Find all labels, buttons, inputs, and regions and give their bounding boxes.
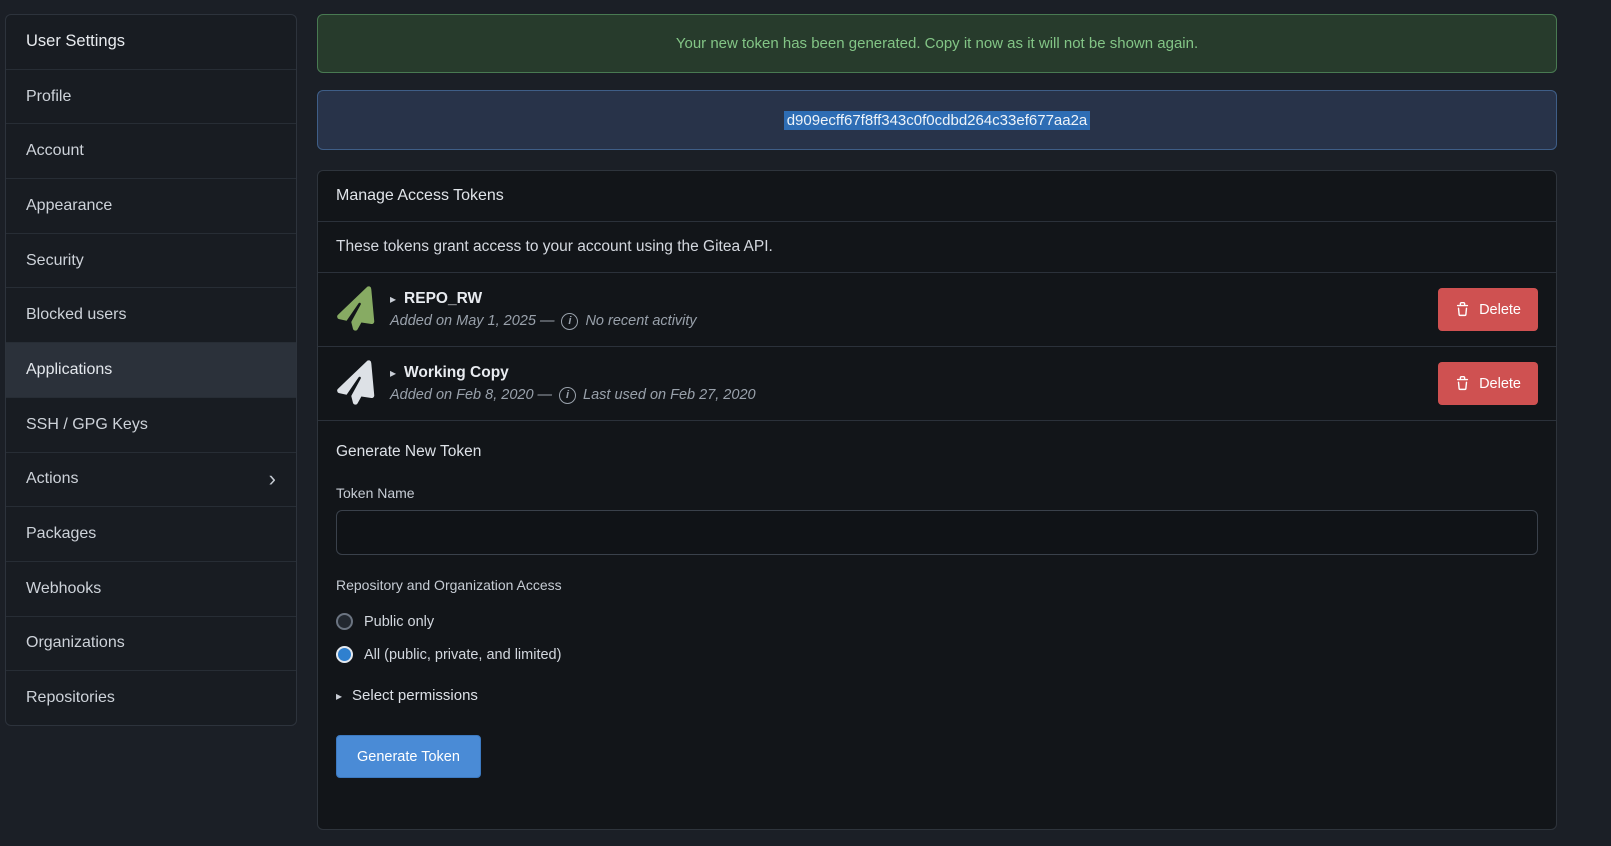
sidebar-item-label: Actions	[26, 470, 78, 488]
radio-public-only[interactable]	[336, 613, 353, 630]
token-name: REPO_RW	[404, 290, 482, 308]
delete-button-label: Delete	[1479, 376, 1521, 392]
panel-header: Manage Access Tokens	[318, 171, 1556, 222]
sidebar-item-label: Webhooks	[26, 580, 101, 598]
token-added-date: Added on Feb 8, 2020 —	[390, 387, 552, 403]
token-name-label: Token Name	[336, 485, 1538, 501]
token-name: Working Copy	[404, 364, 509, 382]
token-generated-alert: Your new token has been generated. Copy …	[317, 14, 1557, 73]
sidebar-item-applications[interactable]: Applications	[6, 343, 296, 398]
delete-token-button[interactable]: Delete	[1438, 288, 1538, 331]
token-info: ▸ Working Copy Added on Feb 8, 2020 — i …	[390, 364, 1438, 404]
form-heading: Generate New Token	[336, 443, 1538, 461]
radio-label: All (public, private, and limited)	[364, 647, 561, 663]
token-title-row[interactable]: ▸ REPO_RW	[390, 290, 1438, 308]
chevron-right-icon: ›	[269, 468, 276, 490]
sidebar-item-label: Applications	[26, 361, 112, 379]
token-name-input[interactable]	[336, 510, 1538, 555]
sidebar-item-repositories[interactable]: Repositories	[6, 671, 296, 725]
page: User Settings Profile Account Appearance…	[0, 0, 1611, 846]
sidebar-item-organizations[interactable]: Organizations	[6, 617, 296, 672]
trash-icon	[1455, 302, 1470, 317]
collapsed-triangle-icon: ▸	[390, 293, 396, 305]
sidebar-item-label: Organizations	[26, 634, 125, 652]
new-token-panel: d909ecff67f8ff343c0f0cdbd264c33ef677aa2a	[317, 90, 1557, 150]
sidebar-item-actions[interactable]: Actions ›	[6, 453, 296, 508]
token-row: ▸ Working Copy Added on Feb 8, 2020 — i …	[318, 347, 1556, 421]
trash-icon	[1455, 376, 1470, 391]
alert-message: Your new token has been generated. Copy …	[676, 35, 1198, 52]
select-permissions-toggle[interactable]: ▸ Select permissions	[336, 687, 1538, 704]
token-meta: Added on Feb 8, 2020 — i Last used on Fe…	[390, 387, 1438, 404]
sidebar-item-blocked-users[interactable]: Blocked users	[6, 288, 296, 343]
sidebar-item-label: Security	[26, 252, 84, 270]
manage-tokens-panel: Manage Access Tokens These tokens grant …	[317, 170, 1557, 830]
sidebar-item-ssh-gpg-keys[interactable]: SSH / GPG Keys	[6, 398, 296, 453]
radio-row-all-access[interactable]: All (public, private, and limited)	[336, 638, 1538, 671]
sidebar-item-appearance[interactable]: Appearance	[6, 179, 296, 234]
delete-token-button[interactable]: Delete	[1438, 362, 1538, 405]
sidebar-item-label: Account	[26, 142, 84, 160]
sidebar-item-label: Blocked users	[26, 306, 127, 324]
sidebar-item-account[interactable]: Account	[6, 124, 296, 179]
sidebar-item-webhooks[interactable]: Webhooks	[6, 562, 296, 617]
sidebar-item-label: SSH / GPG Keys	[26, 416, 148, 434]
sidebar-item-label: Appearance	[26, 197, 112, 215]
select-permissions-label: Select permissions	[352, 687, 478, 704]
sidebar-title-label: User Settings	[26, 32, 125, 51]
panel-title: Manage Access Tokens	[336, 187, 504, 204]
info-icon: i	[561, 313, 578, 330]
delete-button-label: Delete	[1479, 302, 1521, 318]
radio-row-public-only[interactable]: Public only	[336, 605, 1538, 638]
sidebar-title: User Settings	[6, 15, 296, 70]
generate-token-button[interactable]: Generate Token	[336, 735, 481, 778]
paper-plane-icon	[332, 359, 380, 407]
collapsed-triangle-icon: ▸	[390, 367, 396, 379]
token-row: ▸ REPO_RW Added on May 1, 2025 — i No re…	[318, 273, 1556, 347]
radio-all-access[interactable]	[336, 646, 353, 663]
token-value[interactable]: d909ecff67f8ff343c0f0cdbd264c33ef677aa2a	[784, 111, 1091, 130]
token-title-row[interactable]: ▸ Working Copy	[390, 364, 1438, 382]
token-added-date: Added on May 1, 2025 —	[390, 313, 554, 329]
generate-token-form: Generate New Token Token Name Repository…	[318, 421, 1556, 829]
collapsed-triangle-icon: ▸	[336, 690, 342, 702]
sidebar-item-packages[interactable]: Packages	[6, 507, 296, 562]
paper-plane-icon	[332, 285, 380, 333]
token-info: ▸ REPO_RW Added on May 1, 2025 — i No re…	[390, 290, 1438, 330]
settings-sidebar: User Settings Profile Account Appearance…	[5, 14, 297, 726]
token-activity: No recent activity	[585, 313, 696, 329]
token-activity: Last used on Feb 27, 2020	[583, 387, 756, 403]
sidebar-item-label: Packages	[26, 525, 96, 543]
radio-label: Public only	[364, 614, 434, 630]
panel-description: These tokens grant access to your accoun…	[318, 222, 1556, 273]
generate-token-label: Generate Token	[357, 749, 460, 765]
sidebar-item-label: Repositories	[26, 689, 115, 707]
sidebar-item-label: Profile	[26, 88, 71, 106]
sidebar-item-profile[interactable]: Profile	[6, 70, 296, 125]
access-scope-label: Repository and Organization Access	[336, 577, 1538, 593]
sidebar-item-security[interactable]: Security	[6, 234, 296, 289]
info-icon: i	[559, 387, 576, 404]
token-meta: Added on May 1, 2025 — i No recent activ…	[390, 313, 1438, 330]
